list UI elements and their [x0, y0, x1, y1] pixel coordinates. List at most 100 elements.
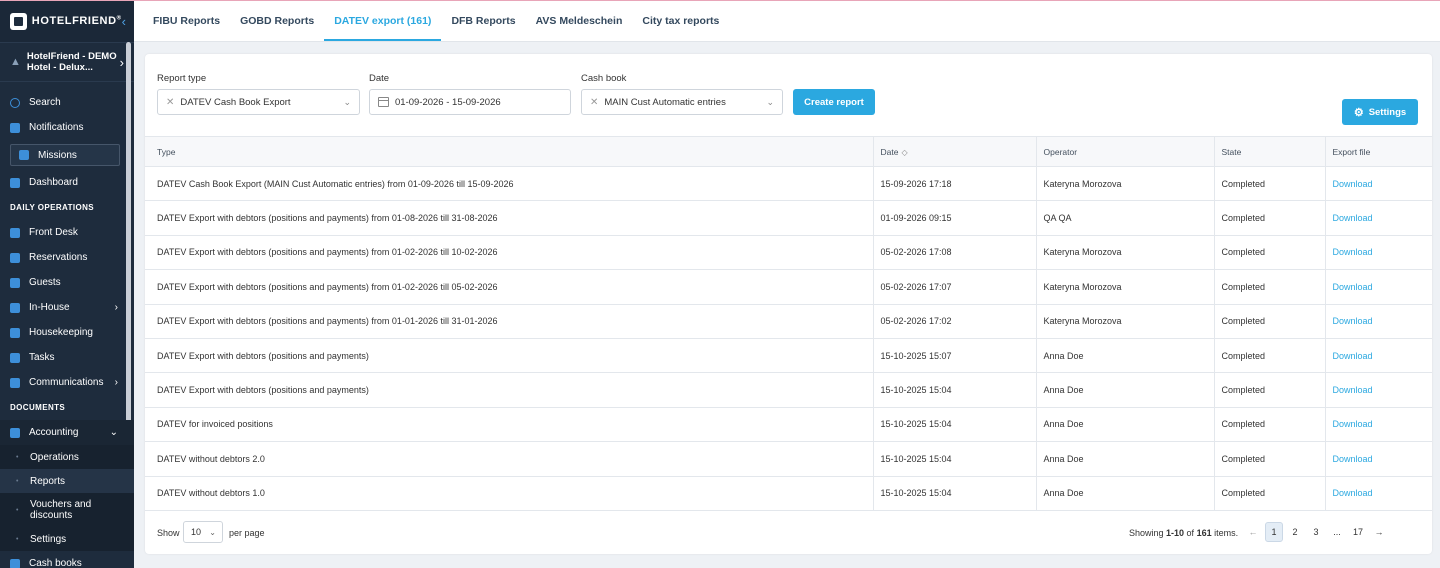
- cell-operator: Kateryna Morozova: [1035, 165, 1214, 201]
- clear-icon[interactable]: ✕: [590, 97, 598, 108]
- cell-type: DATEV Export with debtors (positions and…: [145, 337, 873, 373]
- brand-logo[interactable]: HOTELFRIEND® ‹: [0, 0, 134, 42]
- cell-operator: Kateryna Morozova: [1035, 303, 1214, 339]
- dashboard-icon: [10, 177, 20, 188]
- cell-operator: Anna Doe: [1035, 441, 1214, 477]
- sidebar-item-front-desk[interactable]: Front Desk: [0, 220, 134, 245]
- chevron-right-icon: ›: [114, 377, 118, 388]
- cash-book-icon: [10, 558, 20, 568]
- pagination-page-1[interactable]: 1: [1265, 522, 1283, 542]
- settings-button[interactable]: ⚙ Settings: [1342, 99, 1418, 125]
- pagination-page-17[interactable]: 17: [1349, 522, 1367, 542]
- sidebar-item-guests[interactable]: Guests: [0, 270, 134, 295]
- sidebar: HOTELFRIEND® ‹ ▲ HotelFriend - DEMO Hote…: [0, 0, 134, 568]
- tab-fibu-reports[interactable]: FIBU Reports: [143, 1, 230, 41]
- sidebar-item-dashboard[interactable]: Dashboard: [0, 170, 134, 195]
- table-row: DATEV Export with debtors (positions and…: [145, 269, 1432, 305]
- tab-city-tax-reports[interactable]: City tax reports: [632, 1, 729, 41]
- chevron-right-icon: ›: [114, 302, 118, 313]
- section-documents: DOCUMENTS: [10, 403, 66, 412]
- report-tabs: FIBU Reports GOBD Reports DATEV export (…: [134, 1, 1440, 42]
- cell-type: DATEV without debtors 2.0: [145, 441, 873, 477]
- download-link[interactable]: Download: [1333, 247, 1373, 257]
- pagination-ellipsis: ...: [1333, 527, 1341, 537]
- download-link[interactable]: Download: [1333, 419, 1373, 429]
- sort-icon[interactable]: ◇: [901, 148, 907, 157]
- sidebar-subitem-vouchers[interactable]: Vouchers anddiscounts: [0, 493, 134, 527]
- cell-state: Completed: [1213, 337, 1325, 373]
- download-link[interactable]: Download: [1333, 488, 1373, 498]
- sidebar-item-search[interactable]: Search: [0, 90, 134, 115]
- cash-book-select[interactable]: ✕ MAIN Cust Automatic entries ⌄: [581, 89, 783, 115]
- table-row: DATEV Export with debtors (positions and…: [145, 200, 1432, 236]
- cell-type: DATEV Cash Book Export (MAIN Cust Automa…: [145, 165, 873, 201]
- download-link[interactable]: Download: [1333, 179, 1373, 189]
- tab-gobd-reports[interactable]: GOBD Reports: [230, 1, 324, 41]
- date-range-input[interactable]: 01-09-2026 - 15-09-2026: [369, 89, 571, 115]
- download-link[interactable]: Download: [1333, 385, 1373, 395]
- sidebar-item-communications[interactable]: Communications ›: [0, 370, 134, 395]
- chevron-down-icon: ⌄: [209, 527, 216, 537]
- cell-date: 05-02-2026 17:08: [872, 234, 1036, 270]
- sidebar-item-cash-books[interactable]: Cash books: [0, 551, 134, 568]
- sidebar-item-accounting[interactable]: Accounting ⌄: [0, 420, 134, 445]
- cell-date: 15-10-2025 15:04: [872, 372, 1036, 408]
- download-link[interactable]: Download: [1333, 316, 1373, 326]
- cell-type: DATEV Export with debtors (positions and…: [145, 303, 873, 339]
- cell-type: DATEV Export with debtors (positions and…: [145, 372, 873, 408]
- per-page-select[interactable]: 10 ⌄: [183, 521, 223, 543]
- sidebar-item-missions[interactable]: Missions: [10, 144, 120, 166]
- sidebar-item-housekeeping[interactable]: Housekeeping: [0, 320, 134, 345]
- cell-date: 15-09-2026 17:18: [872, 165, 1036, 201]
- download-link[interactable]: Download: [1333, 282, 1373, 292]
- sidebar-item-reservations[interactable]: Reservations: [0, 245, 134, 270]
- report-type-select[interactable]: ✕ DATEV Cash Book Export ⌄: [157, 89, 360, 115]
- tab-avs-meldeschein[interactable]: AVS Meldeschein: [526, 1, 633, 41]
- wrench-icon: [10, 352, 20, 363]
- pagination-page-2[interactable]: 2: [1286, 522, 1304, 542]
- cell-date: 05-02-2026 17:02: [872, 303, 1036, 339]
- datev-export-table: Type Date ◇ Operator State Export file DA…: [145, 136, 1432, 511]
- cash-book-value: MAIN Cust Automatic entries: [604, 96, 726, 108]
- column-header-export-file: Export file: [1324, 136, 1432, 167]
- cell-operator: Anna Doe: [1035, 337, 1214, 373]
- sidebar-nav: Search Notifications Missions Dashboard …: [0, 82, 134, 568]
- hotel-switcher[interactable]: ▲ HotelFriend - DEMO Hotel - Delux... ›: [0, 42, 134, 82]
- reservations-icon: [10, 252, 20, 263]
- medal-icon: [19, 150, 29, 160]
- gear-icon: ⚙: [1353, 106, 1364, 119]
- pagination-page-3[interactable]: 3: [1307, 522, 1325, 542]
- cell-state: Completed: [1213, 234, 1325, 270]
- show-label: Show: [157, 528, 180, 538]
- download-link[interactable]: Download: [1333, 454, 1373, 464]
- search-icon: [10, 97, 20, 108]
- tab-datev-export[interactable]: DATEV export (161): [324, 1, 442, 41]
- cell-date: 15-10-2025 15:04: [872, 441, 1036, 477]
- cell-type: DATEV Export with debtors (positions and…: [145, 269, 873, 305]
- cell-operator: Kateryna Morozova: [1035, 234, 1214, 270]
- collapse-sidebar-icon[interactable]: ‹: [122, 14, 126, 29]
- cell-operator: Anna Doe: [1035, 475, 1214, 511]
- pagination-next[interactable]: →: [1370, 522, 1388, 542]
- create-report-button[interactable]: Create report: [793, 89, 875, 115]
- tab-dfb-reports[interactable]: DFB Reports: [441, 1, 525, 41]
- sidebar-item-tasks[interactable]: Tasks: [0, 345, 134, 370]
- pagination-prev[interactable]: ←: [1244, 522, 1262, 542]
- hotelfriend-logo-icon: [10, 12, 27, 30]
- download-link[interactable]: Download: [1333, 351, 1373, 361]
- section-daily-operations: DAILY OPERATIONS: [10, 203, 95, 212]
- sidebar-subitem-operations[interactable]: Operations: [0, 445, 134, 469]
- cell-date: 05-02-2026 17:07: [872, 269, 1036, 305]
- sidebar-subitem-reports[interactable]: Reports: [0, 469, 134, 493]
- sidebar-item-in-house[interactable]: In-House ›: [0, 295, 134, 320]
- cell-state: Completed: [1213, 372, 1325, 408]
- calendar-icon: [378, 97, 389, 107]
- table-row: DATEV Export with debtors (positions and…: [145, 372, 1432, 408]
- date-range-value: 01-09-2026 - 15-09-2026: [395, 96, 501, 108]
- sidebar-item-notifications[interactable]: Notifications: [0, 115, 134, 140]
- cell-type: DATEV Export with debtors (positions and…: [145, 200, 873, 236]
- download-link[interactable]: Download: [1333, 213, 1373, 223]
- sidebar-subitem-settings[interactable]: Settings: [0, 527, 134, 551]
- clear-icon[interactable]: ✕: [166, 97, 174, 108]
- column-header-date[interactable]: Date ◇: [872, 136, 1036, 167]
